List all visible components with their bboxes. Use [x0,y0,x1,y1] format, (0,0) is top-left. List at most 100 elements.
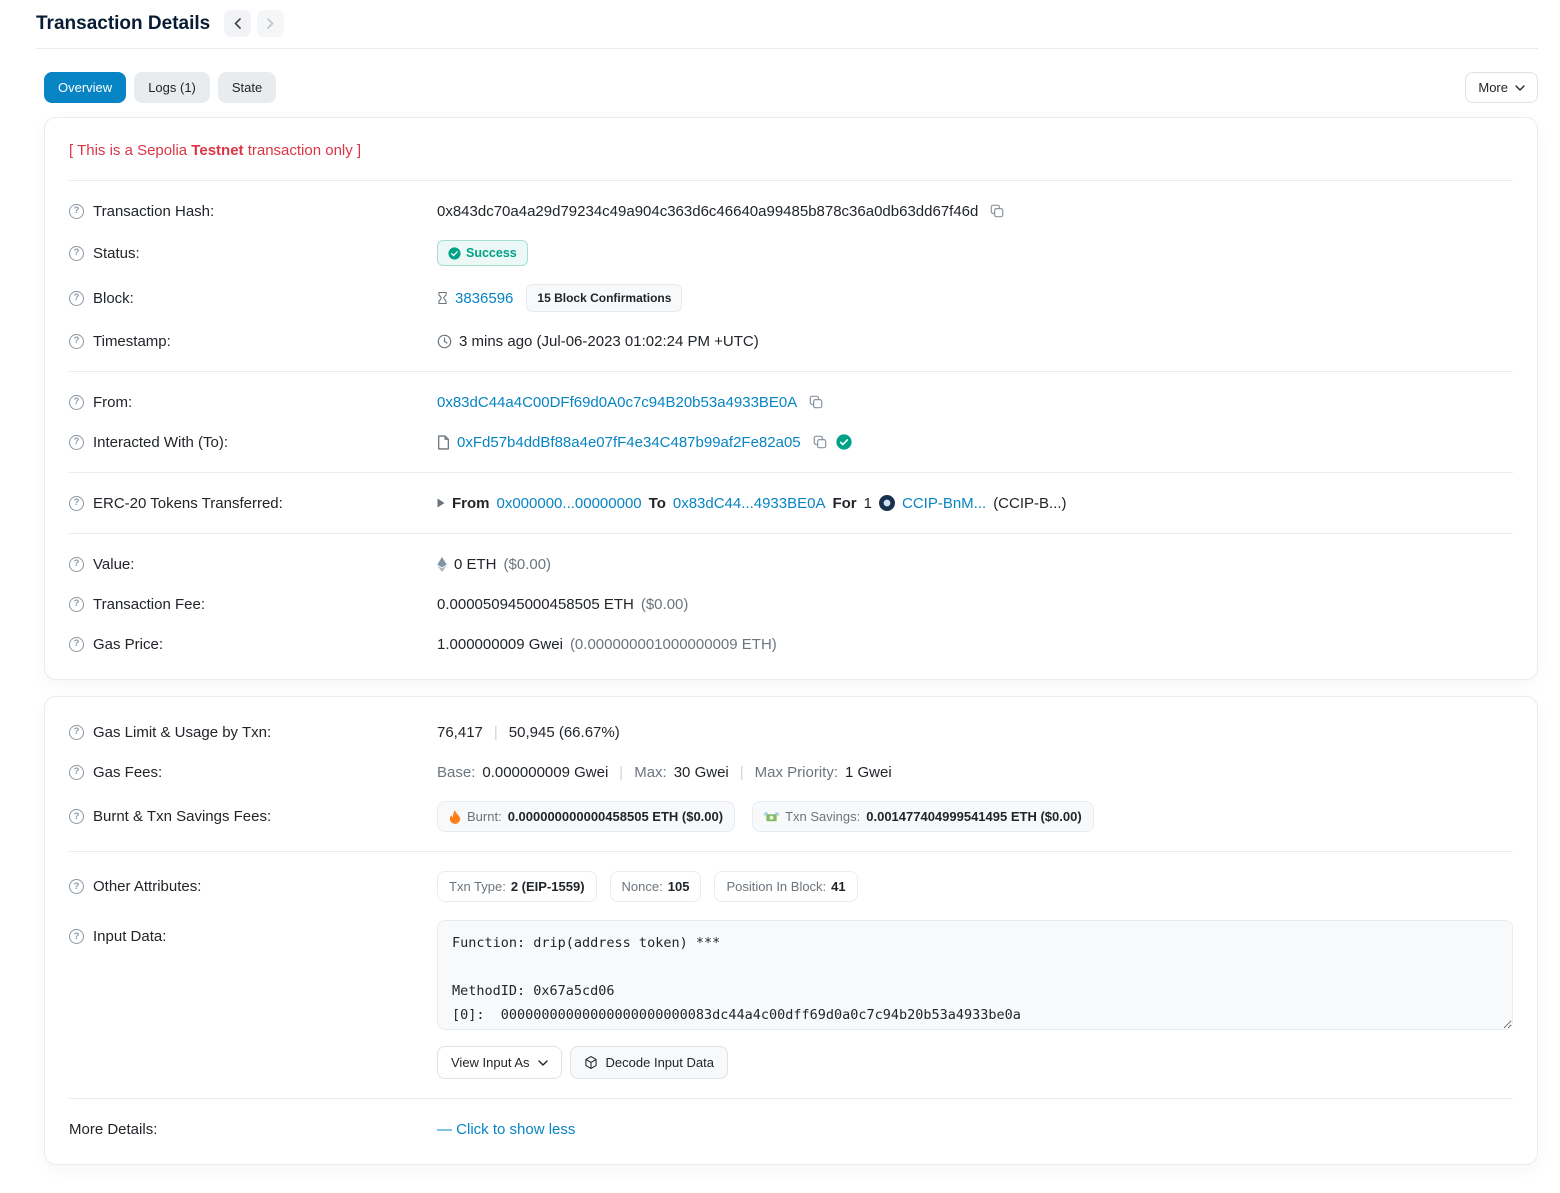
gas-fees-row: ? Gas Fees: Base: 0.000000009 Gwei | Max… [69,752,1513,792]
erc20-group: ? ERC-20 Tokens Transferred: From 0x0000… [69,472,1513,533]
block-number-link[interactable]: 3836596 [455,290,513,307]
copy-to-address-button[interactable] [811,433,829,451]
erc20-label: ERC-20 Tokens Transferred: [93,495,283,512]
decode-input-data-button[interactable]: Decode Input Data [570,1046,728,1079]
banner-prefix: [ This is a Sepolia [69,142,191,159]
nonce-value: 105 [668,879,690,894]
contract-file-icon [437,435,450,450]
chevron-left-icon [234,18,241,29]
money-wings-icon [764,811,779,823]
help-icon[interactable]: ? [69,435,84,450]
view-input-as-button[interactable]: View Input As [437,1046,562,1079]
from-label: From: [93,394,132,411]
more-details-group: More Details: — Click to show less [69,1098,1513,1159]
check-circle-icon [448,247,461,260]
erc20-label-wrap: ? ERC-20 Tokens Transferred: [69,495,437,512]
previous-transaction-button[interactable] [224,10,251,37]
from-address-link[interactable]: 0x83dC44a4C00DFf69d0A0c7c94B20b53a4933BE… [437,394,797,411]
separator: | [736,764,748,781]
help-icon[interactable]: ? [69,246,84,261]
transaction-fee-value-wrap: 0.000050945000458505 ETH ($0.00) [437,593,1513,615]
input-data-textarea[interactable]: Function: drip(address token) *** Method… [437,920,1513,1030]
more-details-label: More Details: [69,1121,157,1138]
from-value-wrap: 0x83dC44a4C00DFf69d0A0c7c94B20b53a4933BE… [437,391,1513,413]
position-value: 41 [831,879,845,894]
tabs: Overview Logs (1) State [44,72,276,103]
help-icon[interactable]: ? [69,496,84,511]
token-symbol-text: (CCIP-B...) [993,495,1066,512]
transaction-hash-value: 0x843dc70a4a29d79234c49a904c363d6c46640a… [437,203,978,220]
page-title: Transaction Details [36,13,210,35]
interacted-with-value-wrap: 0xFd57b4ddBf88a4e07fF4e34C487b99af2Fe82a… [437,431,1513,453]
position-in-block-badge: Position In Block: 41 [714,871,857,902]
hourglass-icon [437,291,448,305]
block-row: ? Block: 3836596 15 Block Confirmations [69,275,1513,321]
gas-price-label-wrap: ? Gas Price: [69,636,437,653]
more-dropdown-button[interactable]: More [1465,72,1538,103]
help-icon[interactable]: ? [69,809,84,824]
token-name-link[interactable]: CCIP-BnM... [902,495,986,512]
gas-fees-value-wrap: Base: 0.000000009 Gwei | Max: 30 Gwei | … [437,761,1513,783]
erc20-from-address-link[interactable]: 0x000000...00000000 [497,495,642,512]
erc20-to-address-link[interactable]: 0x83dC44...4933BE0A [673,495,826,512]
more-details-row: More Details: — Click to show less [69,1109,1513,1149]
timestamp-value-wrap: 3 mins ago (Jul-06-2023 01:02:24 PM +UTC… [437,330,1513,352]
to-address-link[interactable]: 0xFd57b4ddBf88a4e07fF4e34C487b99af2Fe82a… [457,434,801,451]
help-icon[interactable]: ? [69,929,84,944]
copy-icon [809,395,823,409]
copy-transaction-hash-button[interactable] [988,202,1006,220]
nonce-label: Nonce: [622,879,663,894]
transaction-fee-amount: 0.000050945000458505 ETH [437,596,634,613]
ethereum-icon [437,557,447,572]
chevron-down-icon [538,1060,548,1066]
nonce-badge: Nonce: 105 [610,871,702,902]
help-icon[interactable]: ? [69,395,84,410]
separator: | [615,764,627,781]
input-data-row: ? Input Data: Function: drip(address tok… [69,911,1513,1088]
status-label-wrap: ? Status: [69,245,437,262]
transaction-fee-row: ? Transaction Fee: 0.000050945000458505 … [69,584,1513,624]
input-data-value-wrap: Function: drip(address token) *** Method… [437,920,1513,1079]
help-icon[interactable]: ? [69,204,84,219]
details-card: ? Gas Limit & Usage by Txn: 76,417 | 50,… [44,696,1538,1165]
status-value-wrap: Success [437,240,1513,266]
transaction-details-page: Transaction Details Overview Logs (1) St… [0,0,1560,1193]
tab-overview[interactable]: Overview [44,72,126,103]
help-icon[interactable]: ? [69,765,84,780]
help-icon[interactable]: ? [69,637,84,652]
input-data-actions: View Input As Decode Input Data [437,1046,1513,1079]
verified-check-icon [836,434,852,450]
transaction-hash-value-wrap: 0x843dc70a4a29d79234c49a904c363d6c46640a… [437,200,1513,222]
click-to-show-less-link[interactable]: — Click to show less [437,1121,575,1138]
burnt-label: Burnt: [467,809,502,824]
help-icon[interactable]: ? [69,725,84,740]
max-priority-fee-value: 1 Gwei [845,764,892,781]
help-icon[interactable]: ? [69,334,84,349]
transaction-fee-label-wrap: ? Transaction Fee: [69,596,437,613]
erc20-value-wrap: From 0x000000...00000000 To 0x83dC44...4… [437,492,1513,514]
copy-from-address-button[interactable] [807,393,825,411]
help-icon[interactable]: ? [69,291,84,306]
gas-fees-label-wrap: ? Gas Fees: [69,764,437,781]
help-icon[interactable]: ? [69,557,84,572]
interacted-with-row: ? Interacted With (To): 0xFd57b4ddBf88a4… [69,422,1513,462]
more-details-value-wrap: — Click to show less [437,1118,1513,1140]
chevron-down-icon [1515,85,1525,91]
other-attributes-value-wrap: Txn Type: 2 (EIP-1559) Nonce: 105 Positi… [437,871,1513,902]
block-value-wrap: 3836596 15 Block Confirmations [437,284,1513,312]
transaction-hash-label-wrap: ? Transaction Hash: [69,203,437,220]
tab-logs[interactable]: Logs (1) [134,72,210,103]
more-details-label-wrap: More Details: [69,1121,437,1138]
gas-group: ? Gas Limit & Usage by Txn: 76,417 | 50,… [69,702,1513,851]
value-amount: 0 ETH [454,556,497,573]
help-icon[interactable]: ? [69,879,84,894]
help-icon[interactable]: ? [69,597,84,612]
status-row: ? Status: Success [69,231,1513,275]
txn-type-badge: Txn Type: 2 (EIP-1559) [437,871,597,902]
burnt-savings-value-wrap: Burnt: 0.000000000000458505 ETH ($0.00) … [437,801,1513,832]
gas-price-row: ? Gas Price: 1.000000009 Gwei (0.0000000… [69,624,1513,664]
tab-state[interactable]: State [218,72,276,103]
gas-limit-value-wrap: 76,417 | 50,945 (66.67%) [437,721,1513,743]
gas-price-value-wrap: 1.000000009 Gwei (0.000000001000000009 E… [437,633,1513,655]
next-transaction-button[interactable] [257,10,284,37]
